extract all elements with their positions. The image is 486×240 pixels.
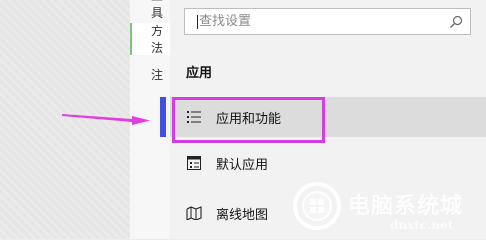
nav-item-apps-features[interactable]: 应用和功能 bbox=[160, 97, 486, 137]
text-caret bbox=[197, 14, 198, 29]
background-list-item[interactable]: 注 bbox=[130, 58, 170, 90]
nav-item-default-apps[interactable]: 默认应用 bbox=[170, 143, 486, 183]
pointer-arrow-icon bbox=[62, 114, 150, 125]
watermark: 电脑系统城 dnxtc.net bbox=[290, 178, 486, 239]
search-icon[interactable] bbox=[449, 15, 463, 29]
nav-item-label: 默认应用 bbox=[216, 157, 269, 173]
default-apps-icon bbox=[186, 155, 202, 171]
search-box[interactable] bbox=[184, 8, 471, 35]
watermark-url: dnxtc.net bbox=[390, 218, 454, 232]
background-list-item-label: 方法 bbox=[151, 24, 164, 55]
list-icon bbox=[186, 109, 202, 125]
background-list-item-label: 工具 bbox=[151, 0, 164, 20]
watermark-text: 电脑系统城 bbox=[348, 194, 464, 219]
map-icon bbox=[186, 205, 202, 221]
background-list-item-selected[interactable]: 方法 bbox=[130, 23, 170, 55]
search-input[interactable] bbox=[199, 14, 439, 29]
background-list-item[interactable]: 工具 bbox=[130, 0, 170, 20]
nav-item-label: 应用和功能 bbox=[216, 111, 282, 127]
watermark-logo-icon bbox=[293, 182, 341, 230]
nav-item-label: 离线地图 bbox=[216, 207, 269, 223]
section-title: 应用 bbox=[186, 66, 213, 81]
background-list-item-label: 注 bbox=[151, 67, 164, 82]
